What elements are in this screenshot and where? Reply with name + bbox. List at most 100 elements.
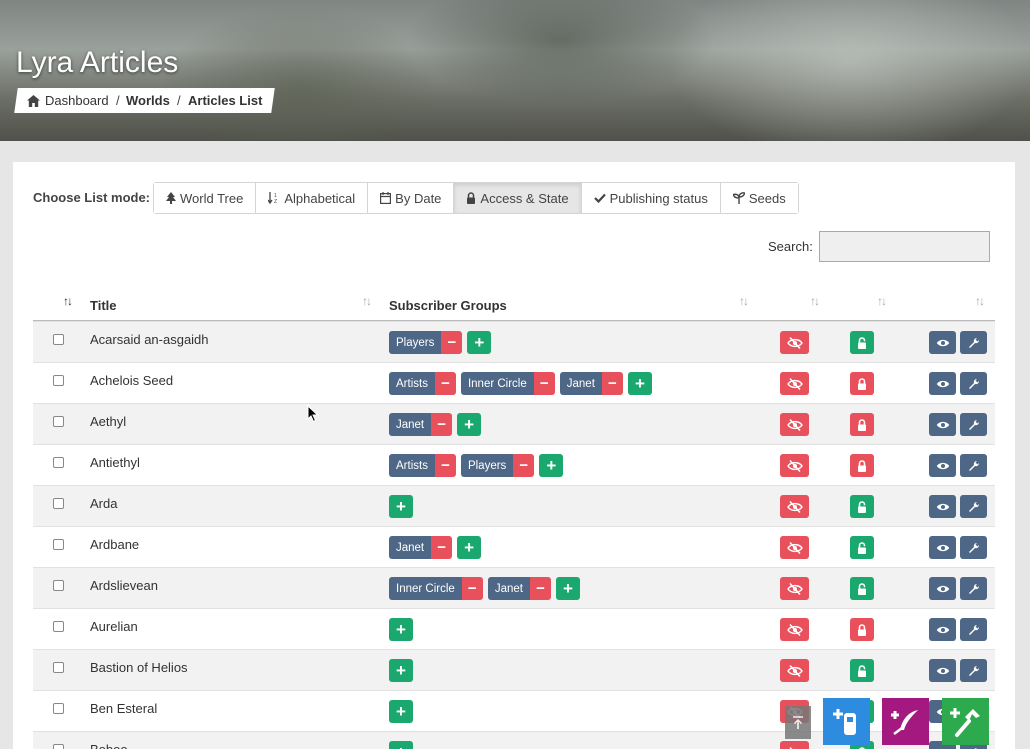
scroll-to-top-button[interactable]	[785, 706, 811, 739]
view-article-button[interactable]	[929, 413, 956, 436]
sort-title-icon[interactable]: ↑↓	[362, 294, 372, 308]
edit-article-button[interactable]	[960, 659, 987, 682]
add-group-button[interactable]: +	[457, 413, 482, 436]
edit-article-button[interactable]	[960, 413, 987, 436]
article-title[interactable]: Arda	[90, 496, 117, 511]
breadcrumb-worlds[interactable]: Worlds	[126, 93, 170, 108]
row-checkbox[interactable]	[53, 744, 64, 749]
breadcrumb-dashboard[interactable]: Dashboard	[27, 93, 109, 108]
lock-toggle-button[interactable]	[850, 577, 874, 600]
add-group-button[interactable]: +	[457, 536, 482, 559]
edit-article-button[interactable]	[960, 618, 987, 641]
add-group-button[interactable]: +	[389, 495, 413, 518]
edit-article-button[interactable]	[960, 495, 987, 518]
sort-lock-icon[interactable]: ↑↓	[877, 294, 887, 308]
visibility-toggle-button[interactable]	[780, 413, 809, 436]
remove-group-button[interactable]: −	[434, 454, 456, 477]
row-checkbox[interactable]	[53, 621, 64, 632]
sort-checkbox-column-icon[interactable]: ↑↓	[63, 294, 73, 308]
column-groups-header[interactable]: Subscriber Groups	[389, 290, 507, 320]
remove-group-button[interactable]: −	[434, 372, 456, 395]
lock-toggle-button[interactable]	[850, 495, 874, 518]
remove-group-button[interactable]: −	[529, 577, 551, 600]
row-checkbox[interactable]	[53, 334, 64, 345]
article-title[interactable]: Acarsaid an-asgaidh	[90, 332, 209, 347]
article-title[interactable]: Bastion of Helios	[90, 660, 188, 675]
edit-article-button[interactable]	[960, 536, 987, 559]
view-article-button[interactable]	[929, 372, 956, 395]
mode-world-tree-button[interactable]: World Tree	[154, 183, 257, 213]
remove-group-button[interactable]: −	[431, 536, 453, 559]
add-group-button[interactable]: +	[627, 372, 652, 395]
row-checkbox[interactable]	[53, 457, 64, 468]
remove-group-button[interactable]: −	[441, 331, 463, 354]
edit-article-button[interactable]	[960, 331, 987, 354]
quick-build-button[interactable]	[942, 698, 989, 745]
sort-actions-icon[interactable]: ↑↓	[975, 294, 985, 308]
row-checkbox[interactable]	[53, 498, 64, 509]
lock-toggle-button[interactable]	[850, 413, 874, 436]
column-title-header[interactable]: Title	[90, 290, 117, 320]
visibility-toggle-button[interactable]	[780, 372, 809, 395]
view-article-button[interactable]	[929, 454, 956, 477]
lock-toggle-button[interactable]	[850, 618, 874, 641]
add-group-button[interactable]: +	[389, 618, 413, 641]
mode-access-state-button[interactable]: Access & State	[454, 183, 582, 213]
article-title[interactable]: Ardslievean	[90, 578, 158, 593]
lock-toggle-button[interactable]	[850, 372, 874, 395]
lock-toggle-button[interactable]	[850, 536, 874, 559]
article-title[interactable]: Aurelian	[90, 619, 138, 634]
visibility-toggle-button[interactable]	[780, 331, 809, 354]
visibility-toggle-button[interactable]	[780, 495, 809, 518]
add-group-button[interactable]: +	[389, 741, 413, 749]
mode-publishing-status-button[interactable]: Publishing status	[581, 183, 721, 213]
add-group-button[interactable]: +	[555, 577, 580, 600]
remove-group-button[interactable]: −	[533, 372, 555, 395]
add-group-button[interactable]: +	[539, 454, 564, 477]
sort-visibility-icon[interactable]: ↑↓	[810, 294, 820, 308]
view-article-button[interactable]	[929, 618, 956, 641]
mode-by-date-button[interactable]: By Date	[368, 183, 455, 213]
view-article-button[interactable]	[929, 659, 956, 682]
remove-group-button[interactable]: −	[431, 413, 453, 436]
mode-alphabetical-button[interactable]: 1Z Alphabetical	[256, 183, 369, 213]
article-title[interactable]: Boboo	[90, 742, 128, 749]
remove-group-button[interactable]: −	[461, 577, 483, 600]
visibility-toggle-button[interactable]	[780, 577, 809, 600]
lock-toggle-button[interactable]	[850, 331, 874, 354]
visibility-toggle-button[interactable]	[780, 741, 809, 749]
row-checkbox[interactable]	[53, 375, 64, 386]
edit-article-button[interactable]	[960, 454, 987, 477]
article-title[interactable]: Antiethyl	[90, 455, 140, 470]
remove-group-button[interactable]: −	[601, 372, 623, 395]
edit-article-button[interactable]	[960, 372, 987, 395]
article-title[interactable]: Ben Esteral	[90, 701, 157, 716]
article-title[interactable]: Ardbane	[90, 537, 139, 552]
row-checkbox[interactable]	[53, 416, 64, 427]
article-title[interactable]: Aethyl	[90, 414, 126, 429]
row-checkbox[interactable]	[53, 703, 64, 714]
lock-toggle-button[interactable]	[850, 454, 874, 477]
lock-toggle-button[interactable]	[850, 659, 874, 682]
view-article-button[interactable]	[929, 577, 956, 600]
visibility-toggle-button[interactable]	[780, 454, 809, 477]
visibility-toggle-button[interactable]	[780, 618, 809, 641]
search-input[interactable]	[819, 231, 990, 262]
sort-groups-icon[interactable]: ↑↓	[739, 294, 749, 308]
add-group-button[interactable]: +	[389, 700, 413, 723]
add-group-button[interactable]: +	[389, 659, 413, 682]
quick-write-button[interactable]	[882, 698, 929, 745]
mode-seeds-button[interactable]: Seeds	[720, 183, 798, 213]
visibility-toggle-button[interactable]	[780, 536, 809, 559]
row-checkbox[interactable]	[53, 539, 64, 550]
edit-article-button[interactable]	[960, 577, 987, 600]
row-checkbox[interactable]	[53, 662, 64, 673]
visibility-toggle-button[interactable]	[780, 659, 809, 682]
view-article-button[interactable]	[929, 536, 956, 559]
remove-group-button[interactable]: −	[513, 454, 535, 477]
row-checkbox[interactable]	[53, 580, 64, 591]
article-title[interactable]: Achelois Seed	[90, 373, 173, 388]
add-group-button[interactable]: +	[467, 331, 492, 354]
view-article-button[interactable]	[929, 331, 956, 354]
view-article-button[interactable]	[929, 495, 956, 518]
